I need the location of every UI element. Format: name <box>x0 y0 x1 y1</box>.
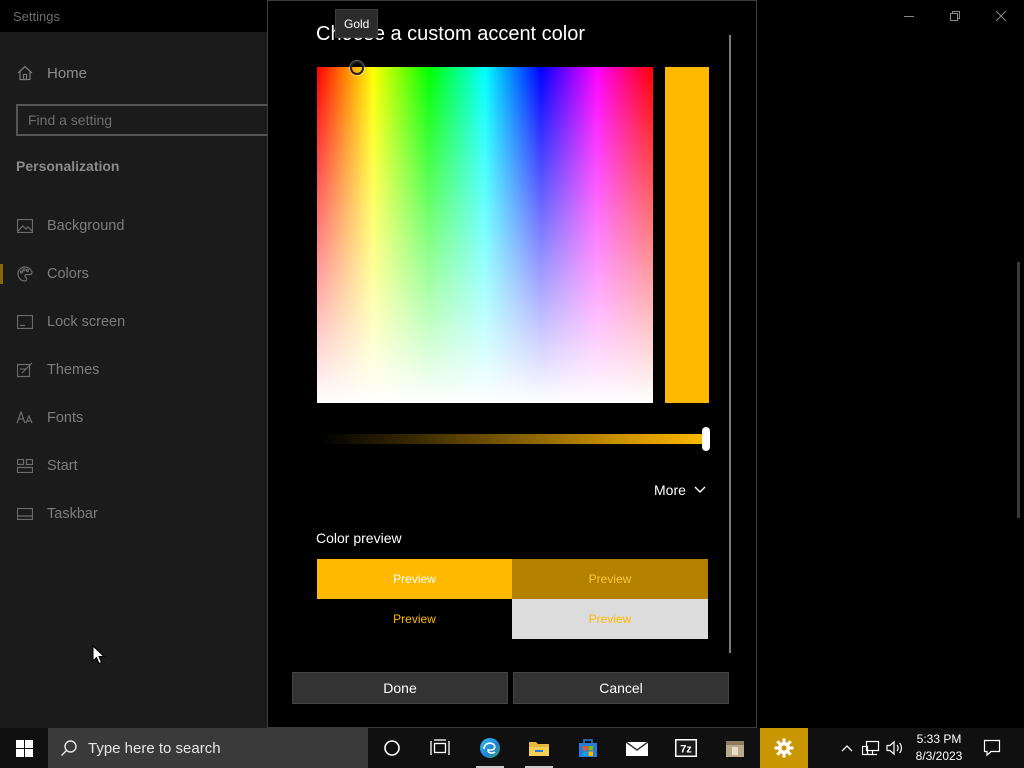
sidebar-item-fonts[interactable]: Fonts <box>0 394 268 442</box>
find-setting-input[interactable] <box>28 112 274 128</box>
network-icon <box>862 740 880 756</box>
network-button[interactable] <box>859 728 883 768</box>
sidebar-item-label: Themes <box>47 362 100 378</box>
section-title: Personalization <box>16 158 120 174</box>
chevron-down-icon <box>694 486 706 493</box>
sidebar-item-label: Background <box>47 218 125 234</box>
close-icon <box>995 10 1007 22</box>
settings-app-button[interactable] <box>760 728 808 768</box>
file-explorer-icon <box>529 742 549 756</box>
palette-icon <box>16 265 34 283</box>
volume-button[interactable] <box>884 728 906 768</box>
settings-icon <box>774 738 794 758</box>
store-button[interactable] <box>564 728 612 768</box>
archive-app-button[interactable] <box>711 728 759 768</box>
nav-list: Background Colors Lock screen Themes Fon… <box>0 202 268 538</box>
search-icon <box>61 740 77 756</box>
lock-screen-icon <box>16 313 34 331</box>
dialog-scrollbar[interactable] <box>729 35 731 653</box>
clock-date: 8/3/2023 <box>915 749 963 763</box>
selected-color-swatch <box>665 67 709 403</box>
sidebar-item-label: Lock screen <box>47 314 126 330</box>
brightness-slider[interactable] <box>320 427 710 451</box>
sidebar-item-label: Colors <box>47 266 89 282</box>
done-button[interactable]: Done <box>292 672 508 704</box>
task-view-button[interactable] <box>416 728 464 768</box>
home-icon <box>17 65 33 81</box>
brightness-track[interactable] <box>320 434 704 444</box>
sidebar-item-label: Start <box>47 458 78 474</box>
fonts-icon <box>16 409 34 427</box>
taskbar-search-placeholder: Type here to search <box>88 739 221 757</box>
taskbar-icon <box>16 505 34 523</box>
cortana-button[interactable] <box>368 728 416 768</box>
sidebar-item-background[interactable]: Background <box>0 202 268 250</box>
color-preview-grid: Preview Preview Preview Preview <box>317 559 708 639</box>
preview-tile-dark-bg: Preview <box>317 599 512 639</box>
store-icon <box>579 739 597 757</box>
color-name-tooltip: Gold <box>335 9 379 38</box>
preview-tile-accent: Preview <box>317 559 512 599</box>
chevron-up-icon <box>841 745 853 752</box>
minimize-button[interactable] <box>886 0 932 32</box>
windows-logo-icon <box>15 739 33 757</box>
start-icon <box>16 457 34 475</box>
start-button[interactable] <box>0 728 48 768</box>
sidebar-item-lock-screen[interactable]: Lock screen <box>0 298 268 346</box>
sidebar-item-start[interactable]: Start <box>0 442 268 490</box>
brightness-thumb[interactable] <box>702 427 710 451</box>
7zip-button[interactable]: 7z <box>662 728 710 768</box>
action-center-button[interactable] <box>978 728 1006 768</box>
more-button[interactable]: More <box>654 482 706 498</box>
cortana-icon <box>384 740 400 756</box>
picture-icon <box>16 217 34 235</box>
volume-icon <box>886 740 902 756</box>
notification-icon <box>983 739 1001 757</box>
more-label: More <box>654 482 686 498</box>
restore-icon <box>950 11 960 21</box>
sidebar-item-themes[interactable]: Themes <box>0 346 268 394</box>
task-view-icon <box>430 739 450 755</box>
custom-accent-color-dialog: Choose a custom accent color Gold More C… <box>267 0 757 728</box>
sidebar-item-colors[interactable]: Colors <box>0 250 268 298</box>
color-spectrum[interactable] <box>317 61 653 403</box>
taskbar: Type here to search 7z 5:33 PM 8/3/2023 <box>0 728 1024 768</box>
preview-tile-light-bg: Preview <box>512 599 708 639</box>
edge-button[interactable] <box>466 728 514 768</box>
file-explorer-button[interactable] <box>515 728 563 768</box>
restore-button[interactable] <box>932 0 978 32</box>
archive-icon <box>726 741 744 757</box>
find-setting-search[interactable] <box>16 104 276 136</box>
page-scrollbar[interactable] <box>1017 262 1020 518</box>
home-label: Home <box>47 64 88 82</box>
7zip-icon: 7z <box>675 739 697 757</box>
mail-button[interactable] <box>613 728 661 768</box>
edge-icon <box>480 738 500 758</box>
sidebar: Home Personalization Background Colors L… <box>0 32 276 728</box>
show-hidden-icons-button[interactable] <box>836 728 858 768</box>
cancel-button[interactable]: Cancel <box>513 672 729 704</box>
spectrum-selector-handle[interactable] <box>350 61 364 75</box>
svg-text:7z: 7z <box>680 744 692 756</box>
clock[interactable]: 5:33 PM 8/3/2023 <box>906 731 972 765</box>
sidebar-item-taskbar[interactable]: Taskbar <box>0 490 268 538</box>
sidebar-item-label: Fonts <box>47 410 84 426</box>
window-title: Settings <box>13 9 60 24</box>
preview-tile-accent-dark: Preview <box>512 559 708 599</box>
taskbar-search-box[interactable]: Type here to search <box>48 728 368 768</box>
minimize-icon <box>904 16 914 17</box>
mail-icon <box>625 741 649 756</box>
sidebar-item-label: Taskbar <box>47 506 98 522</box>
color-preview-heading: Color preview <box>316 530 402 546</box>
clock-time: 5:33 PM <box>916 732 962 746</box>
nav-home[interactable]: Home <box>16 62 87 84</box>
mouse-pointer-icon <box>92 645 106 665</box>
themes-icon <box>16 361 34 379</box>
close-button[interactable] <box>978 0 1024 32</box>
